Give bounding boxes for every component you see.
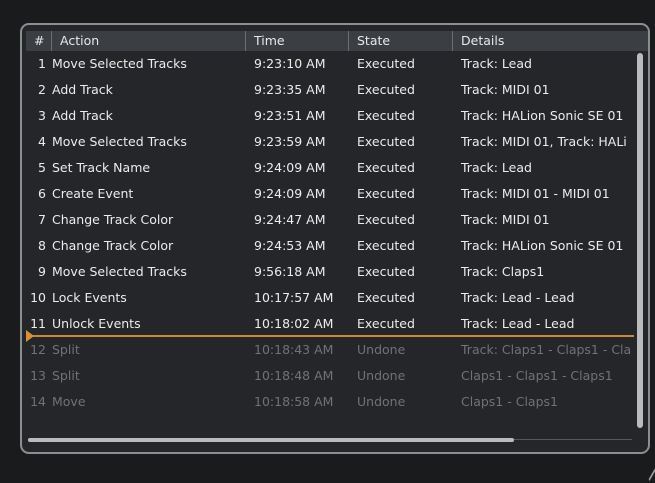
row-time: 9:56:18 AM	[254, 264, 326, 279]
row-number: 5	[38, 160, 46, 175]
column-header-state[interactable]: State	[349, 31, 453, 51]
row-number: 13	[30, 368, 46, 383]
row-time: 10:18:48 AM	[254, 368, 334, 383]
history-row[interactable]: 6 Create Event 9:24:09 AM Executed Track: MI…	[26, 181, 638, 207]
row-details: Track: Claps1	[461, 264, 545, 279]
row-details: Track: HALion Sonic SE 01	[461, 108, 624, 123]
row-state: Executed	[357, 212, 415, 227]
history-row[interactable]: 13 Split 10:18:48 AM Undone Claps1 - Claps1 …	[26, 363, 638, 389]
row-time: 9:23:35 AM	[254, 82, 326, 97]
row-details: Track: Lead	[461, 56, 532, 71]
row-action: Add Track	[52, 82, 113, 97]
row-number: 7	[38, 212, 46, 227]
row-action: Change Track Color	[52, 212, 174, 227]
row-time: 9:24:09 AM	[254, 186, 326, 201]
row-time: 9:24:09 AM	[254, 160, 326, 175]
table-header: # Action Time State Details	[26, 31, 648, 51]
row-number: 3	[38, 108, 46, 123]
history-row[interactable]: 2 Add Track 9:23:35 AM Executed Track: MIDI …	[26, 77, 638, 103]
row-action: Split	[52, 342, 80, 357]
row-action: Split	[52, 368, 80, 383]
row-time: 9:24:47 AM	[254, 212, 326, 227]
row-time: 9:23:51 AM	[254, 108, 326, 123]
row-state: Executed	[357, 160, 415, 175]
row-number: 14	[30, 394, 46, 409]
row-details: Track: Lead - Lead	[461, 316, 575, 331]
row-state: Executed	[357, 108, 415, 123]
row-number: 2	[38, 82, 46, 97]
row-time: 9:23:10 AM	[254, 56, 326, 71]
row-time: 10:18:43 AM	[254, 342, 334, 357]
history-row[interactable]: 8 Change Track Color 9:24:53 AM Executed Tra…	[26, 233, 638, 259]
history-panel: # Action Time State Details 1 Move Select…	[20, 23, 650, 454]
row-number: 6	[38, 186, 46, 201]
row-action: Move Selected Tracks	[52, 56, 187, 71]
history-row[interactable]: 5 Set Track Name 9:24:09 AM Executed Track: …	[26, 155, 638, 181]
row-action: Set Track Name	[52, 160, 151, 175]
history-row[interactable]: 1 Move Selected Tracks 9:23:10 AM Executed T…	[26, 51, 638, 77]
vertical-scrollbar[interactable]	[637, 53, 643, 428]
row-action: Create Event	[52, 186, 134, 201]
resize-grip-icon[interactable]	[637, 469, 655, 481]
row-state: Undone	[357, 368, 406, 383]
row-number: 4	[38, 134, 46, 149]
row-number: 10	[30, 290, 46, 305]
undo-position-handle-icon[interactable]	[26, 330, 34, 342]
row-action: Add Track	[52, 108, 113, 123]
row-state: Executed	[357, 186, 415, 201]
history-row[interactable]: 12 Split 10:18:43 AM Undone Track: Claps1 - …	[26, 337, 638, 363]
row-details: Track: HALion Sonic SE 01	[461, 238, 624, 253]
row-details: Track: Lead	[461, 160, 532, 175]
history-row[interactable]: 10 Lock Events 10:17:57 AM Executed Track: L…	[26, 285, 638, 311]
row-state: Executed	[357, 134, 415, 149]
row-details: Claps1 - Claps1 - Claps1	[461, 368, 613, 383]
row-action: Change Track Color	[52, 238, 174, 253]
row-state: Executed	[357, 316, 415, 331]
row-action: Move Selected Tracks	[52, 264, 187, 279]
row-state: Undone	[357, 394, 406, 409]
row-state: Executed	[357, 264, 415, 279]
row-action: Move Selected Tracks	[52, 134, 187, 149]
row-details: Track: MIDI 01, Track: HALi	[461, 134, 627, 149]
history-row[interactable]: 4 Move Selected Tracks 9:23:59 AM Executed T…	[26, 129, 638, 155]
row-time: 10:18:58 AM	[254, 394, 334, 409]
row-details: Track: MIDI 01	[461, 212, 550, 227]
history-row[interactable]: 11 Unlock Events 10:18:02 AM Executed Track:…	[26, 311, 638, 337]
history-row[interactable]: 3 Add Track 9:23:51 AM Executed Track: HALio…	[26, 103, 638, 129]
column-header-details[interactable]: Details	[453, 31, 648, 51]
row-action: Unlock Events	[52, 316, 141, 331]
column-header-action[interactable]: Action	[52, 31, 246, 51]
row-state: Executed	[357, 56, 415, 71]
row-time: 9:24:53 AM	[254, 238, 326, 253]
history-row[interactable]: 14 Move 10:18:58 AM Undone Claps1 - Claps1	[26, 389, 638, 415]
row-details: Track: Lead - Lead	[461, 290, 575, 305]
row-number: 1	[38, 56, 46, 71]
history-row[interactable]: 9 Move Selected Tracks 9:56:18 AM Executed T…	[26, 259, 638, 285]
row-state: Executed	[357, 238, 415, 253]
row-details: Track: Claps1 - Claps1 - Cla	[461, 342, 632, 357]
undo-position-line[interactable]	[28, 335, 634, 337]
edit-history-window: # Action Time State Details 1 Move Select…	[0, 0, 655, 483]
column-header-time[interactable]: Time	[246, 31, 349, 51]
row-state: Executed	[357, 82, 415, 97]
history-list: 1 Move Selected Tracks 9:23:10 AM Executed T…	[26, 51, 638, 415]
horizontal-scrollbar-thumb[interactable]	[28, 438, 514, 442]
row-details: Track: MIDI 01	[461, 82, 550, 97]
row-state: Undone	[357, 342, 406, 357]
row-number: 8	[38, 238, 46, 253]
row-time: 10:18:02 AM	[254, 316, 334, 331]
row-details: Claps1 - Claps1	[461, 394, 558, 409]
row-number: 9	[38, 264, 46, 279]
history-row[interactable]: 7 Change Track Color 9:24:47 AM Executed Tra…	[26, 207, 638, 233]
row-action: Lock Events	[52, 290, 127, 305]
column-header-number[interactable]: #	[26, 31, 52, 51]
row-time: 9:23:59 AM	[254, 134, 326, 149]
row-time: 10:17:57 AM	[254, 290, 334, 305]
row-action: Move	[52, 394, 86, 409]
row-state: Executed	[357, 290, 415, 305]
row-details: Track: MIDI 01 - MIDI 01	[461, 186, 610, 201]
